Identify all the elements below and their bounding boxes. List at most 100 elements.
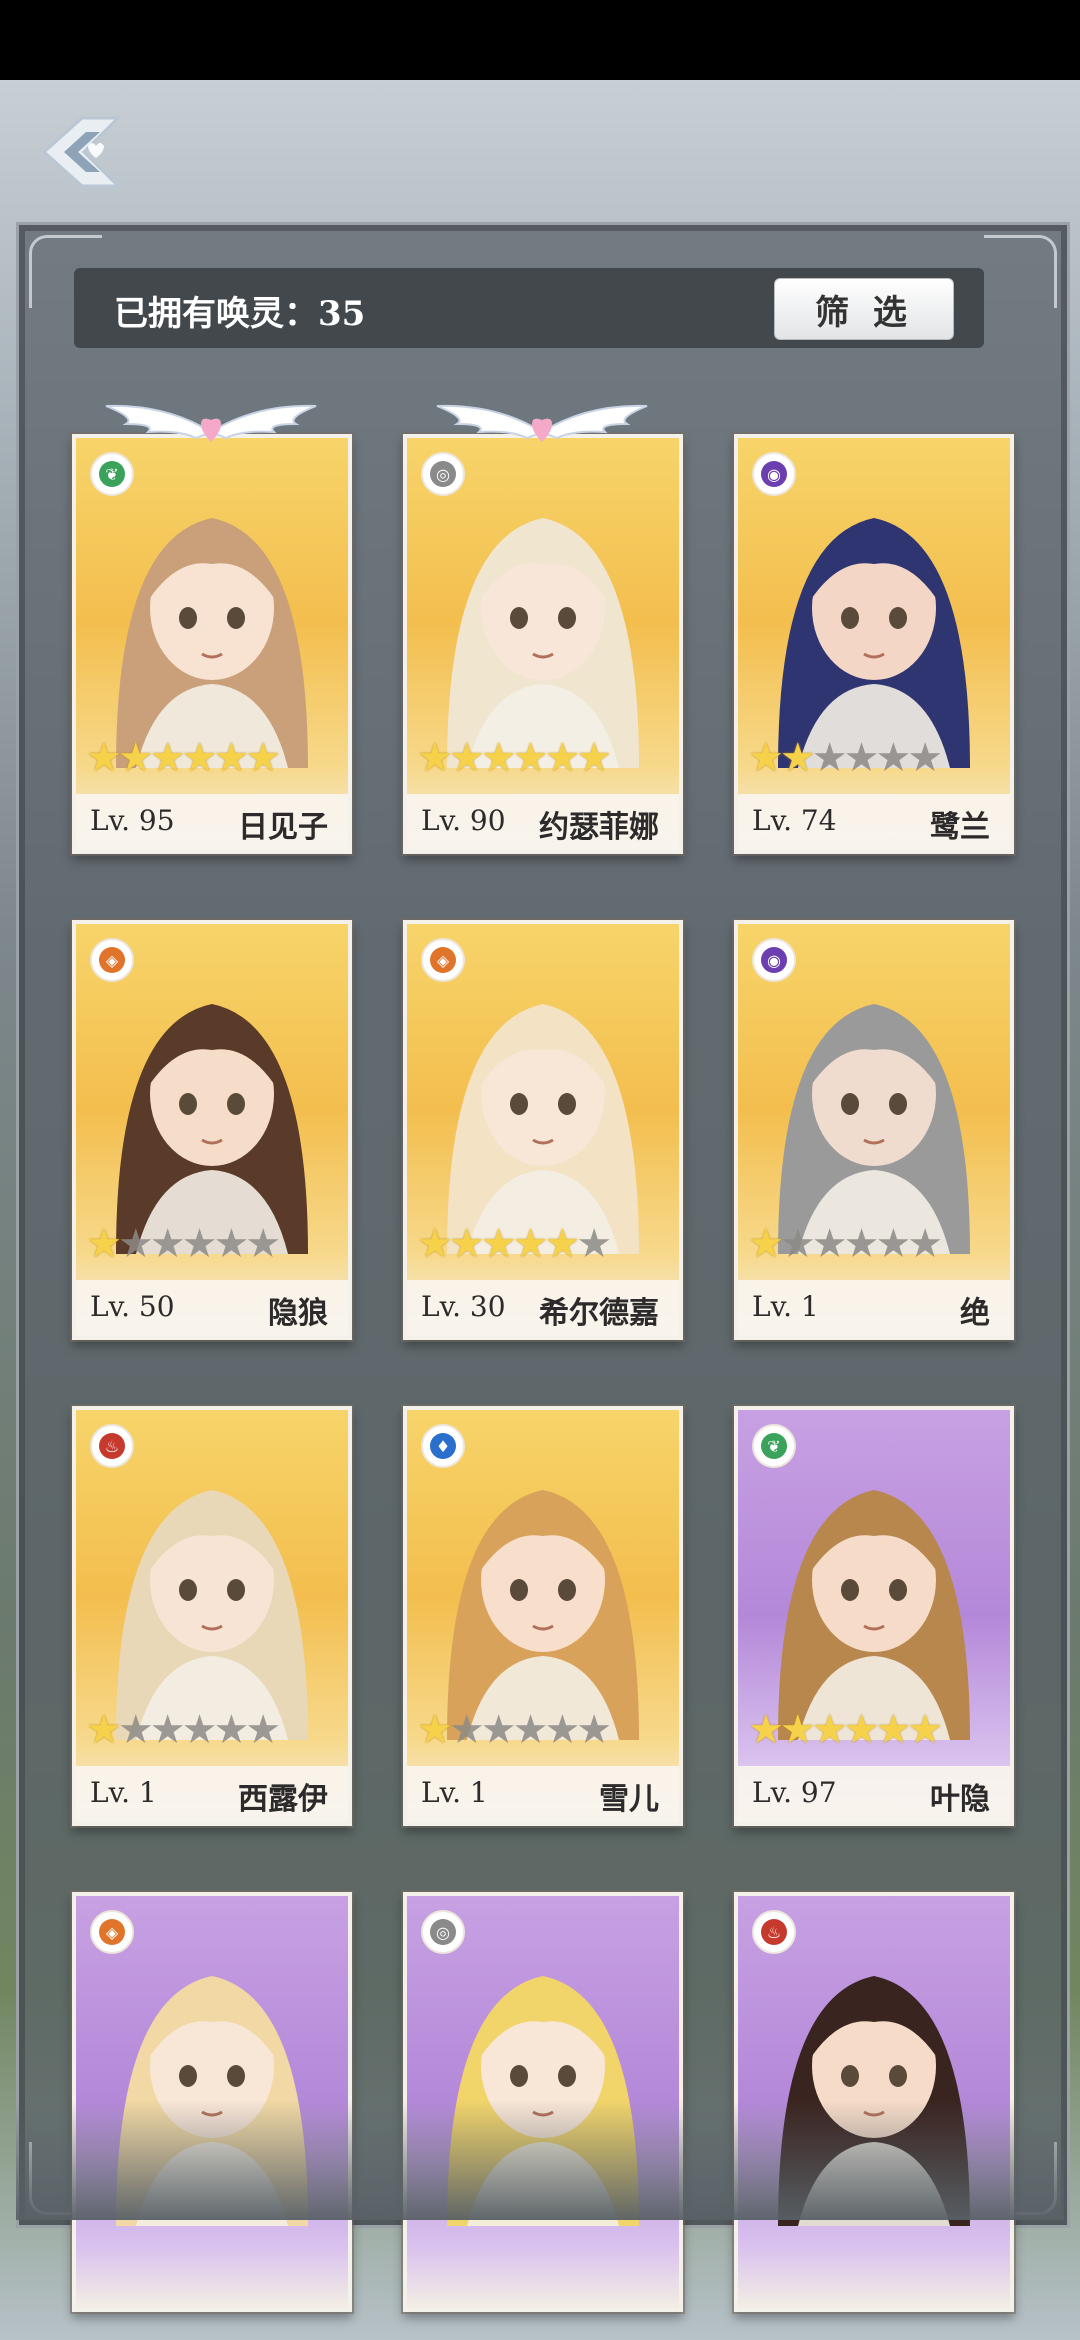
star-empty-icon: ★: [149, 1221, 186, 1267]
star-filled-icon: ★: [417, 735, 453, 781]
star-filled-icon: ★: [86, 1221, 122, 1267]
character-name: 隐狼: [268, 1296, 328, 1331]
star-empty-icon: ★: [811, 1221, 848, 1267]
star-filled-icon: ★: [245, 735, 282, 781]
star-filled-icon: ★: [576, 735, 613, 781]
card-footer: Lv. 95 日见子: [76, 794, 348, 850]
star-empty-icon: ★: [245, 1707, 282, 1753]
star-filled-icon: ★: [544, 735, 581, 781]
character-card[interactable]: ◈ ★ ★ ★ ★ ★ ★ Lv. 30 希尔德嘉: [403, 920, 683, 1340]
star-empty-icon: ★: [213, 1707, 250, 1753]
star-filled-icon: ★: [86, 1707, 122, 1753]
character-card[interactable]: ❦ ★ ★ ★ ★ ★ ★ Lv. 95 日见子: [72, 434, 352, 854]
character-level: Lv. 1: [752, 1290, 819, 1323]
star-empty-icon: ★: [480, 1707, 517, 1753]
star-filled-icon: ★: [417, 1221, 453, 1267]
star-filled-icon: ★: [779, 735, 816, 781]
fire-element-icon: ♨: [752, 1910, 796, 1954]
character-portrait: [116, 518, 308, 768]
wings-heart-icon: [436, 404, 648, 442]
star-rating: ★ ★ ★ ★ ★ ★: [417, 735, 612, 781]
star-filled-icon: ★: [86, 735, 122, 781]
character-name: 鹭兰: [930, 810, 990, 845]
character-card[interactable]: ❦ ★ ★ ★ ★ ★ ★ Lv. 97 叶隐: [734, 1406, 1014, 1826]
star-empty-icon: ★: [811, 735, 848, 781]
star-empty-icon: ★: [245, 1221, 282, 1267]
wings-heart-icon: [105, 404, 317, 442]
star-empty-icon: ★: [181, 1707, 218, 1753]
star-empty-icon: ★: [875, 735, 912, 781]
character-name: 雪儿: [599, 1782, 659, 1817]
star-empty-icon: ★: [117, 1221, 154, 1267]
character-level: Lv. 90: [421, 804, 506, 837]
back-button[interactable]: [36, 112, 126, 192]
star-filled-icon: ★: [875, 1707, 912, 1753]
star-empty-icon: ★: [907, 735, 944, 781]
star-filled-icon: ★: [117, 735, 154, 781]
star-filled-icon: ★: [448, 1221, 485, 1267]
star-empty-icon: ★: [907, 1221, 944, 1267]
star-empty-icon: ★: [448, 1707, 485, 1753]
character-portrait: [447, 1004, 639, 1254]
character-level: Lv. 1: [421, 1776, 488, 1809]
star-empty-icon: ★: [117, 1707, 154, 1753]
wind-element-icon: ❦: [90, 452, 134, 496]
character-portrait: [447, 518, 639, 768]
scroll-fade: [16, 2100, 1064, 2220]
star-empty-icon: ★: [181, 1221, 218, 1267]
character-card[interactable]: ◉ ★ ★ ★ ★ ★ ★ Lv. 1绝: [734, 920, 1014, 1340]
star-rating: ★ ★ ★ ★ ★ ★: [417, 1707, 612, 1753]
star-filled-icon: ★: [748, 1221, 784, 1267]
card-footer: Lv. 50 隐狼: [76, 1280, 348, 1336]
filter-button[interactable]: 筛 选: [774, 278, 954, 340]
wind-element-icon: ❦: [752, 1424, 796, 1468]
star-filled-icon: ★: [748, 1707, 784, 1753]
character-portrait: [116, 1004, 308, 1254]
star-rating: ★ ★ ★ ★ ★ ★: [86, 1221, 281, 1267]
star-filled-icon: ★: [480, 1221, 517, 1267]
character-level: Lv. 95: [90, 804, 175, 837]
star-empty-icon: ★: [843, 735, 880, 781]
panel-ornament: [984, 235, 1057, 308]
water-element-icon: ♦: [421, 1424, 465, 1468]
star-empty-icon: ★: [213, 1221, 250, 1267]
character-portrait: [778, 1004, 970, 1254]
character-level: Lv. 30: [421, 1290, 506, 1323]
character-card[interactable]: ◉ ★ ★ ★ ★ ★ ★ Lv. 74 鹭兰: [734, 434, 1014, 854]
star-empty-icon: ★: [875, 1221, 912, 1267]
star-filled-icon: ★: [544, 1221, 581, 1267]
earth-element-icon: ◈: [90, 1910, 134, 1954]
star-rating: ★ ★ ★ ★ ★ ★: [748, 1707, 943, 1753]
character-portrait: [778, 1490, 970, 1740]
void-element-icon: ◉: [752, 938, 796, 982]
neutral-element-icon: ◎: [421, 1910, 465, 1954]
card-footer: Lv. 90 约瑟菲娜: [407, 794, 679, 850]
character-card[interactable]: ♨ ★ ★ ★ ★ ★ ★ Lv. 1 西露伊: [72, 1406, 352, 1826]
void-element-icon: ◉: [752, 452, 796, 496]
card-footer: Lv. 1 绝: [738, 1280, 1010, 1336]
status-bar: [0, 0, 1080, 80]
character-name: 日见子: [238, 810, 328, 845]
character-card[interactable]: ◈ ★ ★ ★ ★ ★ ★ Lv. 50 隐狼: [72, 920, 352, 1340]
owned-count-label: 已拥有唤灵：35: [114, 294, 366, 334]
character-card[interactable]: ♦ ★ ★ ★ ★ ★ ★ Lv. 1 雪儿: [403, 1406, 683, 1826]
star-empty-icon: ★: [779, 1221, 816, 1267]
star-empty-icon: ★: [512, 1707, 549, 1753]
character-portrait: [778, 518, 970, 768]
star-filled-icon: ★: [748, 735, 784, 781]
card-footer: Lv. 30 希尔德嘉: [407, 1280, 679, 1336]
star-rating: ★ ★ ★ ★ ★ ★: [748, 735, 943, 781]
star-rating: ★ ★ ★ ★ ★ ★: [417, 1221, 612, 1267]
star-filled-icon: ★: [779, 1707, 816, 1753]
character-portrait: [447, 1490, 639, 1740]
owned-count-bar: 已拥有唤灵：35 筛 选: [74, 268, 984, 348]
star-filled-icon: ★: [417, 1707, 453, 1753]
star-filled-icon: ★: [149, 735, 186, 781]
character-level: Lv. 50: [90, 1290, 175, 1323]
neutral-element-icon: ◎: [421, 452, 465, 496]
character-name: 西露伊: [238, 1782, 328, 1817]
character-card[interactable]: ◎ ★ ★ ★ ★ ★ ★ Lv. 90 约瑟菲娜: [403, 434, 683, 854]
earth-element-icon: ◈: [90, 938, 134, 982]
star-filled-icon: ★: [811, 1707, 848, 1753]
card-footer: Lv. 97 叶隐: [738, 1766, 1010, 1822]
